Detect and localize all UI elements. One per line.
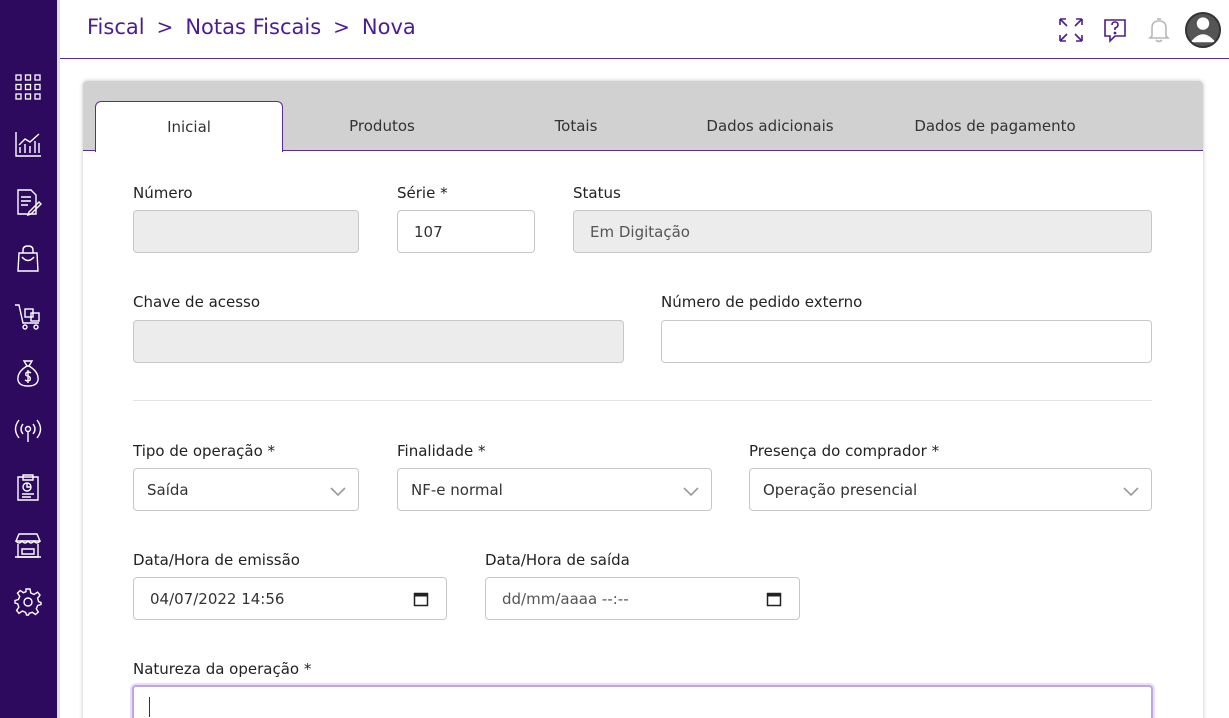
breadcrumb-item-notas-fiscais[interactable]: Notas Fiscais	[185, 15, 321, 39]
data-emissao-field[interactable]: 04/07/2022 14:56	[133, 577, 447, 620]
calendar-icon[interactable]	[766, 591, 782, 607]
natureza-field[interactable]	[132, 685, 1153, 718]
pedido-externo-field[interactable]	[661, 320, 1152, 363]
tab-dados-adicionais[interactable]: Dados adicionais	[677, 101, 863, 151]
natureza-label: Natureza da operação *	[133, 660, 312, 678]
serie-field[interactable]: 107	[397, 210, 535, 253]
presenca-select[interactable]: Operação presencial	[749, 468, 1152, 511]
cart-icon[interactable]	[8, 296, 48, 336]
avatar[interactable]	[1185, 12, 1221, 48]
tipo-operacao-label: Tipo de operação *	[133, 442, 276, 460]
data-saida-label: Data/Hora de saída	[485, 551, 630, 569]
breadcrumb: Fiscal > Notas Fiscais > Nova	[87, 15, 416, 39]
document-edit-icon[interactable]	[8, 182, 48, 222]
tab-dados-de-pagamento[interactable]: Dados de pagamento	[883, 101, 1107, 151]
sidebar-divider	[57, 0, 60, 718]
numero-field	[133, 210, 359, 253]
breadcrumb-item-nova: Nova	[361, 15, 416, 39]
text-caret	[149, 696, 150, 717]
status-field: Em Digitação	[573, 210, 1152, 253]
tab-bar: Inicial Produtos Totais Dados adicionais…	[83, 81, 1203, 152]
data-emissao-label: Data/Hora de emissão	[133, 551, 300, 569]
chave-field	[133, 320, 624, 363]
presenca-value: Operação presencial	[763, 480, 918, 499]
tab-produtos[interactable]: Produtos	[289, 101, 475, 151]
section-divider	[133, 400, 1152, 401]
tipo-operacao-value: Saída	[147, 480, 189, 499]
chevron-down-icon	[1123, 483, 1139, 497]
breadcrumb-separator: >	[156, 15, 174, 39]
report-icon[interactable]	[8, 467, 48, 507]
sidebar	[0, 0, 57, 718]
bell-icon[interactable]	[1137, 10, 1181, 50]
shopping-bag-icon[interactable]	[8, 239, 48, 279]
finalidade-select[interactable]: NF-e normal	[397, 468, 712, 511]
help-icon[interactable]	[1093, 10, 1137, 50]
store-icon[interactable]	[8, 525, 48, 565]
status-label: Status	[573, 184, 621, 202]
money-bag-icon[interactable]	[8, 353, 48, 393]
chart-icon[interactable]	[8, 124, 48, 164]
serie-label: Série *	[397, 184, 448, 202]
chevron-down-icon	[683, 483, 699, 497]
tab-totais[interactable]: Totais	[483, 101, 669, 151]
data-emissao-value: 04/07/2022 14:56	[150, 589, 285, 608]
finalidade-value: NF-e normal	[411, 480, 503, 499]
chevron-down-icon	[330, 483, 346, 497]
fullscreen-icon[interactable]	[1049, 10, 1093, 50]
settings-icon[interactable]	[8, 582, 48, 622]
data-saida-value: dd/mm/aaaa --:--	[502, 589, 629, 608]
chave-label: Chave de acesso	[133, 293, 261, 311]
numero-label: Número	[133, 184, 193, 202]
tipo-operacao-select[interactable]: Saída	[133, 468, 359, 511]
finalidade-label: Finalidade *	[397, 442, 486, 460]
breadcrumb-item-fiscal[interactable]: Fiscal	[87, 15, 145, 39]
header-actions	[1049, 10, 1229, 50]
data-saida-field[interactable]: dd/mm/aaaa --:--	[485, 577, 800, 620]
tab-inicial[interactable]: Inicial	[95, 101, 283, 152]
calendar-icon[interactable]	[413, 591, 429, 607]
presenca-label: Presença do comprador *	[749, 442, 940, 460]
pedido-externo-label: Número de pedido externo	[661, 293, 863, 311]
grid-icon[interactable]	[8, 67, 48, 107]
breadcrumb-separator: >	[333, 15, 350, 39]
broadcast-icon[interactable]	[8, 410, 48, 450]
header: Fiscal > Notas Fiscais > Nova	[60, 0, 1229, 59]
form-card: Inicial Produtos Totais Dados adicionais…	[83, 81, 1203, 718]
